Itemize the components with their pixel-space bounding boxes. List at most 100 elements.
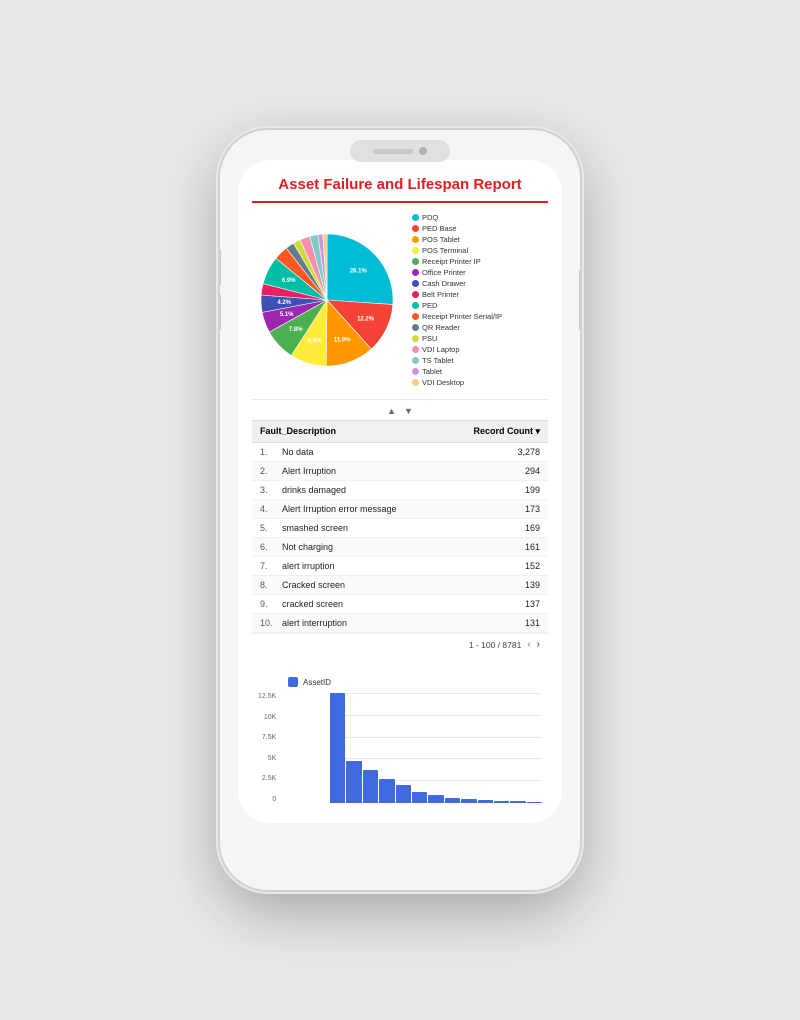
row-number: 7. [260,561,276,571]
row-description: Not charging [282,542,333,552]
legend-item: PED [412,301,548,310]
col-fault-header: Fault_Description [260,426,336,437]
pagination-prev[interactable]: ‹ [527,639,530,650]
legend-dot [412,324,419,331]
bar-item[interactable] [363,770,378,803]
table-header: Fault_Description Record Count ▾ [252,420,548,443]
bar-legend-label: AssetID [303,678,331,687]
bar-chart-section: AssetID 12.5K10K7.5K5K2.5K0 [252,669,548,809]
bar-item[interactable] [494,801,509,803]
row-left: 2. Alert Irruption [260,466,336,476]
row-number: 2. [260,466,276,476]
row-left: 7. alert irruption [260,561,335,571]
bar-item[interactable] [428,795,443,803]
legend-label-text: POS Tablet [422,235,460,244]
bar-item[interactable] [346,761,361,803]
bar-item[interactable] [461,799,476,803]
table-row[interactable]: 1. No data 3,278 [252,443,548,462]
pie-chart-section: 26.1%12.2%11.9%8.9%7.8%5.1%4.2%6.9% PDQP… [252,213,548,400]
bar-item[interactable] [412,792,427,803]
row-description: Cracked screen [282,580,345,590]
bar-item[interactable] [330,693,345,803]
row-count: 137 [525,599,540,609]
legend-dot [412,346,419,353]
row-left: 9. cracked screen [260,599,343,609]
row-description: Alert Irruption [282,466,336,476]
row-number: 6. [260,542,276,552]
phone-screen: Asset Failure and Lifespan Report 26.1%1… [238,160,562,823]
legend-dot [412,214,419,221]
table-row[interactable]: 9. cracked screen 137 [252,595,548,614]
table-row[interactable]: 4. Alert Irruption error message 173 [252,500,548,519]
row-number: 4. [260,504,276,514]
legend-item: VDI Laptop [412,345,548,354]
legend-dot [412,313,419,320]
svg-text:8.9%: 8.9% [308,339,322,345]
report-title: Asset Failure and Lifespan Report [252,176,548,203]
bar-item[interactable] [445,798,460,804]
row-description: No data [282,447,314,457]
bar-y-axis: 12.5K10K7.5K5K2.5K0 [258,693,280,803]
row-number: 10. [260,618,276,628]
legend-item: TS Tablet [412,356,548,365]
row-count: 199 [525,485,540,495]
table-pagination: 1 - 100 / 8781 ‹ › [252,633,548,655]
legend-dot [412,225,419,232]
pie-navigation[interactable]: ▲ ▼ [252,406,548,416]
row-number: 5. [260,523,276,533]
row-left: 1. No data [260,447,314,457]
legend-dot [412,258,419,265]
pie-legend: PDQ PED Base POS Tablet POS Terminal Receipt… [412,213,548,387]
bar-legend-color [288,677,298,687]
row-left: 6. Not charging [260,542,333,552]
legend-dot [412,236,419,243]
legend-dot [412,379,419,386]
table-row[interactable]: 6. Not charging 161 [252,538,548,557]
legend-label-text: TS Tablet [422,356,454,365]
bar-item[interactable] [478,800,493,803]
row-left: 10. alert interruption [260,618,347,628]
row-left: 3. drinks damaged [260,485,346,495]
pie-chart: 26.1%12.2%11.9%8.9%7.8%5.1%4.2%6.9% [252,225,402,375]
row-count: 173 [525,504,540,514]
table-row[interactable]: 8. Cracked screen 139 [252,576,548,595]
table-row[interactable]: 2. Alert Irruption 294 [252,462,548,481]
row-description: smashed screen [282,523,348,533]
row-count: 161 [525,542,540,552]
legend-item: POS Terminal [412,246,548,255]
bar-item[interactable] [510,801,525,803]
bar-item[interactable] [379,779,394,803]
pie-nav-down[interactable]: ▼ [404,406,413,416]
fault-table: Fault_Description Record Count ▾ 1. No d… [252,420,548,655]
table-row[interactable]: 3. drinks damaged 199 [252,481,548,500]
row-number: 9. [260,599,276,609]
col-count-header[interactable]: Record Count ▾ [473,426,540,437]
y-axis-label: 0 [272,796,276,803]
bar-item[interactable] [396,785,411,803]
legend-label-text: POS Terminal [422,246,468,255]
table-row[interactable]: 7. alert irruption 152 [252,557,548,576]
legend-dot [412,302,419,309]
bar-item[interactable] [527,802,542,803]
pagination-next[interactable]: › [537,639,540,650]
legend-item: VDI Desktop [412,378,548,387]
legend-dot [412,247,419,254]
legend-label-text: Office Printer [422,268,466,277]
legend-item: Receipt Printer IP [412,257,548,266]
pagination-info: 1 - 100 / 8781 [469,640,521,650]
phone-shell: Asset Failure and Lifespan Report 26.1%1… [220,130,580,890]
row-left: 5. smashed screen [260,523,348,533]
row-description: drinks damaged [282,485,346,495]
legend-label-text: PDQ [422,213,438,222]
table-row[interactable]: 10. alert interruption 131 [252,614,548,633]
table-row[interactable]: 5. smashed screen 169 [252,519,548,538]
legend-item: PED Base [412,224,548,233]
row-count: 131 [525,618,540,628]
legend-item: Office Printer [412,268,548,277]
legend-dot [412,280,419,287]
legend-label-text: Belt Printer [422,290,459,299]
y-axis-label: 10K [264,714,276,721]
row-number: 8. [260,580,276,590]
row-left: 4. Alert Irruption error message [260,504,397,514]
pie-nav-up[interactable]: ▲ [387,406,396,416]
